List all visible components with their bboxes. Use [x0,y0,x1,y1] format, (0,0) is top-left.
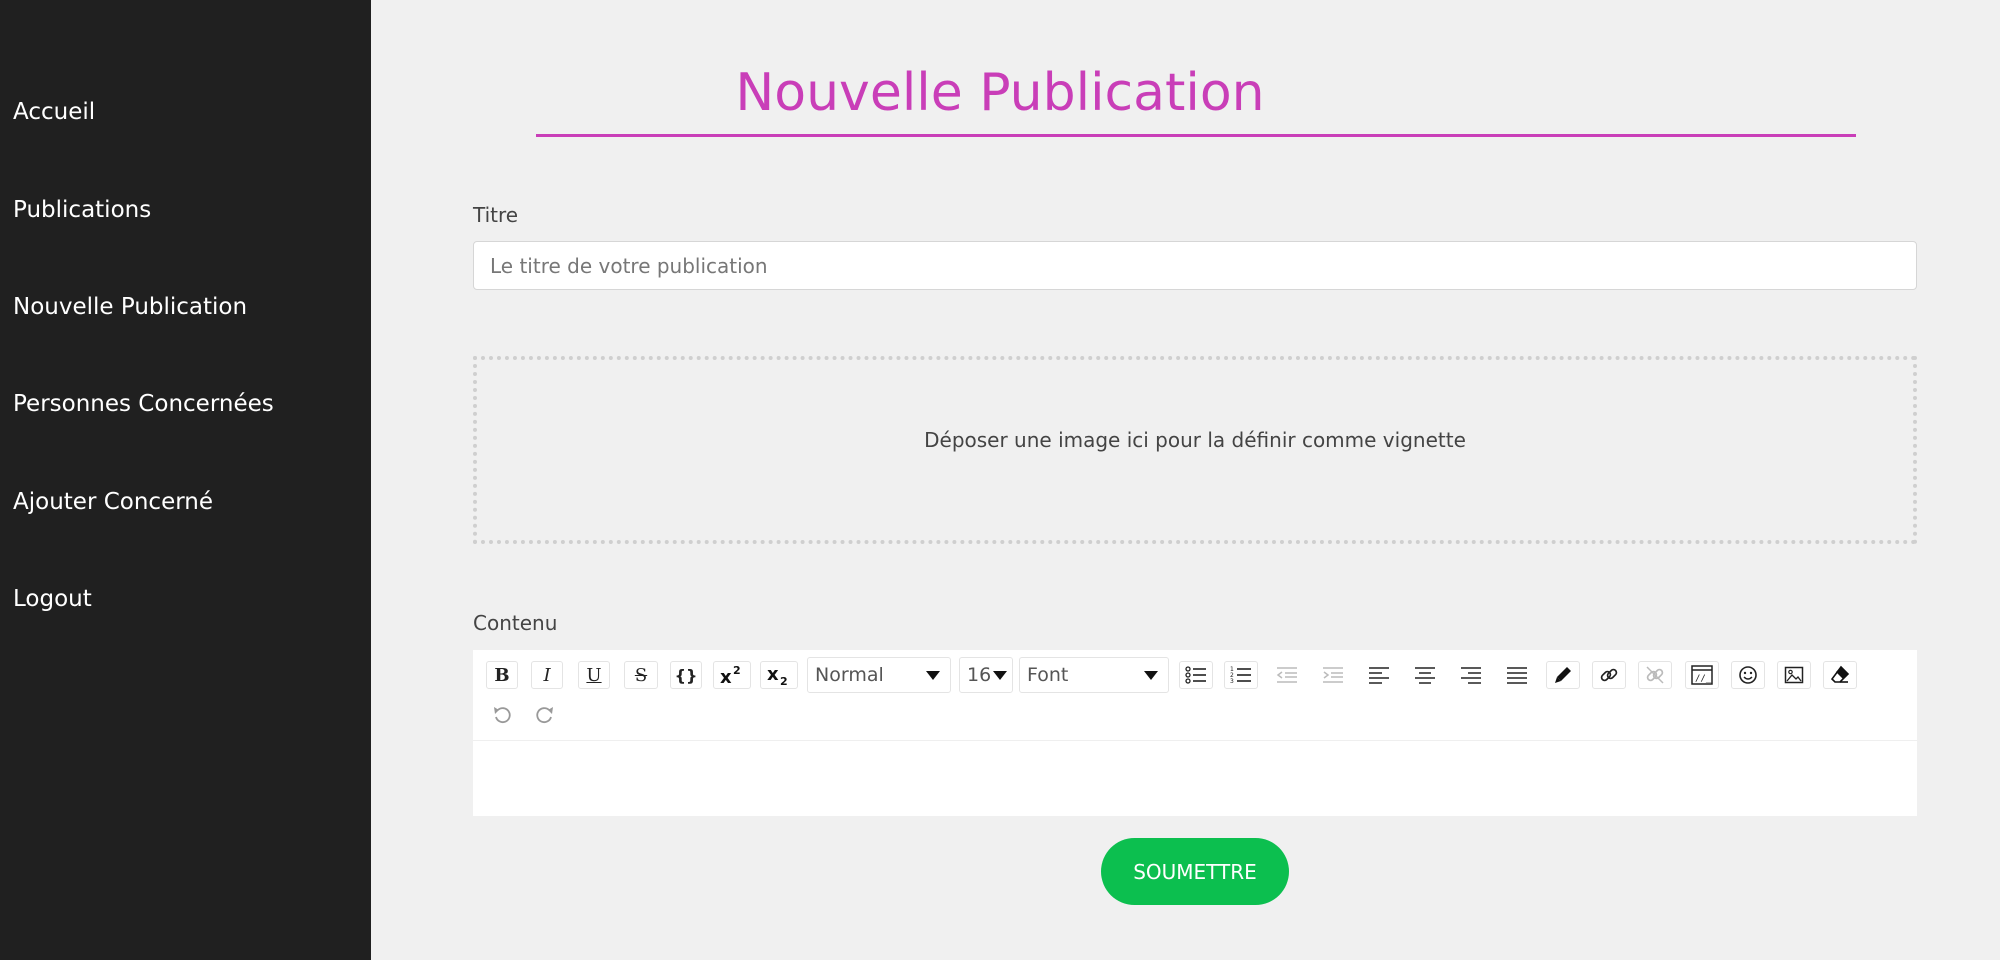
subscript-button[interactable]: x2 [760,661,798,689]
title-field-label: Titre [473,203,519,227]
rich-text-editor: B I U S {} x2 x2 Normal 16 Font 1 2 3 //… [473,650,1917,816]
outdent-button[interactable] [1270,661,1304,689]
eraser-icon [1830,665,1850,683]
align-right-button[interactable] [1454,661,1488,689]
link-icon [1600,668,1618,682]
chevron-down-icon [993,671,1007,680]
unlink-icon [1646,666,1664,684]
bold-button[interactable]: B [486,661,518,689]
code-button[interactable]: {} [670,661,702,689]
svg-text://_: //_ [1695,674,1712,684]
svg-text:x: x [767,664,779,685]
redo-button[interactable] [529,701,561,729]
emoji-button[interactable] [1731,661,1765,689]
bullet-list-icon [1185,666,1206,684]
main-content: Nouvelle Publication Titre Déposer une i… [371,0,2000,960]
text-color-button[interactable] [1546,661,1580,689]
paragraph-style-select[interactable]: Normal [807,657,951,693]
font-size-select[interactable]: 16 [959,657,1013,693]
superscript-icon: x2 [720,664,741,686]
align-justify-icon [1507,667,1527,684]
bullet-list-button[interactable] [1179,661,1213,689]
svg-text:2: 2 [780,675,788,686]
code-view-icon: //_ [1691,665,1713,685]
code-view-button[interactable]: //_ [1685,661,1719,689]
pen-icon [1555,667,1571,683]
superscript-button[interactable]: x2 [713,661,751,689]
indent-icon [1323,667,1343,683]
image-icon [1784,666,1804,684]
content-field-label: Contenu [473,611,558,635]
content-editor-area[interactable] [473,741,1917,816]
align-center-button[interactable] [1408,661,1442,689]
chevron-down-icon [926,671,940,680]
font-size-value: 16 [967,664,992,686]
numbered-list-icon: 123 [1230,666,1251,685]
title-input[interactable] [473,241,1917,290]
outdent-icon [1276,667,1297,683]
sidebar-item-personnes-concernees[interactable]: Personnes Concernées [13,389,274,419]
italic-button[interactable]: I [531,661,563,689]
undo-icon [494,707,511,724]
page-title: Nouvelle Publication [735,63,1265,123]
sidebar-item-logout[interactable]: Logout [13,584,92,614]
svg-text:x: x [720,667,732,686]
align-justify-button[interactable] [1500,661,1534,689]
insert-image-button[interactable] [1777,661,1811,689]
dropzone-text: Déposer une image ici pour la définir co… [924,428,1466,452]
clear-format-button[interactable] [1823,661,1857,689]
editor-toolbar: B I U S {} x2 x2 Normal 16 Font 1 2 3 //… [473,650,1917,741]
insert-link-button[interactable] [1592,661,1626,689]
sidebar-item-ajouter-concerne[interactable]: Ajouter Concerné [13,487,213,517]
numbered-list-button[interactable]: 123 [1224,661,1258,689]
undo-button[interactable] [486,701,518,729]
unlink-button[interactable] [1638,661,1672,689]
submit-button[interactable]: SOUMETTRE [1101,838,1289,905]
align-left-button[interactable] [1362,661,1396,689]
strikethrough-button[interactable]: S [624,661,658,689]
align-right-icon [1461,667,1481,684]
subscript-icon: x2 [767,664,788,686]
align-left-icon [1369,667,1389,684]
indent-button[interactable] [1316,661,1350,689]
smiley-icon [1739,666,1757,684]
chevron-down-icon [1144,671,1158,680]
align-center-icon [1415,667,1435,684]
redo-icon [536,707,553,724]
font-family-value: Font [1027,664,1069,686]
thumbnail-dropzone[interactable]: Déposer une image ici pour la définir co… [473,356,1917,544]
underline-button[interactable]: U [578,661,610,689]
sidebar: Accueil Publications Nouvelle Publicatio… [0,0,371,960]
svg-text:3: 3 [1230,678,1234,685]
svg-text:2: 2 [733,664,741,677]
sidebar-item-nouvelle-publication[interactable]: Nouvelle Publication [13,292,247,322]
font-family-select[interactable]: Font [1019,657,1169,693]
paragraph-style-value: Normal [815,664,884,686]
sidebar-item-publications[interactable]: Publications [13,195,151,225]
title-divider [536,134,1856,137]
